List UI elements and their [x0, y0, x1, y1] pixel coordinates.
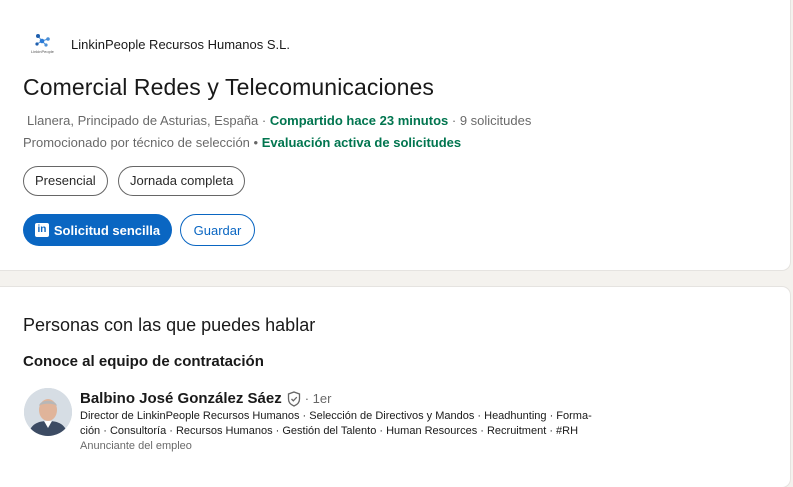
person-headline: Director de LinkinPeople Recursos Humano…: [80, 409, 640, 439]
connection-degree: · 1er: [304, 391, 332, 406]
people-card: Personas con las que puedes hablar Conoc…: [0, 287, 790, 487]
save-button[interactable]: Guardar: [180, 214, 255, 246]
linkedin-icon: in: [34, 223, 49, 237]
hiring-team-title: Conoce al equipo de contratación: [23, 353, 264, 370]
job-location: Llanera, Principado de Asturias, España: [27, 113, 259, 128]
svg-text:LinkinPeople: LinkinPeople: [31, 49, 55, 54]
headline-line: Director de LinkinPeople Recursos Humano…: [80, 410, 592, 422]
job-meta-line: Llanera, Principado de Asturias, España …: [27, 113, 531, 128]
review-status: Evaluación activa de solicitudes: [261, 135, 462, 150]
easy-apply-button[interactable]: in Solicitud sencilla: [23, 214, 172, 246]
headline-line: ción · Consultoría · Recursos Humanos · …: [80, 425, 579, 437]
company-name[interactable]: LinkinPeople Recursos Humanos S.L.: [71, 37, 290, 52]
person-name-row: Balbino José González Sáez · 1er: [80, 390, 331, 407]
company-row[interactable]: LinkinPeople LinkinPeople Recursos Human…: [28, 32, 290, 56]
avatar[interactable]: [24, 388, 72, 436]
separator: ·: [258, 113, 270, 128]
company-logo-icon[interactable]: LinkinPeople: [28, 32, 58, 56]
promoted-label: Promocionado por técnico de selección: [23, 135, 250, 150]
applicant-count: 9 solicitudes: [459, 113, 532, 128]
job-promo-line: Promocionado por técnico de selección • …: [23, 135, 461, 150]
separator: •: [249, 135, 262, 150]
easy-apply-label: Solicitud sencilla: [53, 222, 161, 238]
verified-shield-icon: [287, 390, 300, 407]
job-type-pill[interactable]: Jornada completa: [118, 166, 246, 196]
separator: ·: [448, 113, 460, 128]
posted-time: Compartido hace 23 minutos: [269, 113, 449, 128]
people-section-title: Personas con las que puedes hablar: [23, 315, 316, 335]
job-details-card: LinkinPeople LinkinPeople Recursos Human…: [0, 0, 790, 270]
person-role: Anunciante del empleo: [80, 440, 192, 452]
job-title: Comercial Redes y Telecomunicaciones: [23, 74, 434, 100]
workplace-type-pill[interactable]: Presencial: [23, 166, 108, 196]
person-name[interactable]: Balbino José González Sáez: [80, 390, 282, 407]
